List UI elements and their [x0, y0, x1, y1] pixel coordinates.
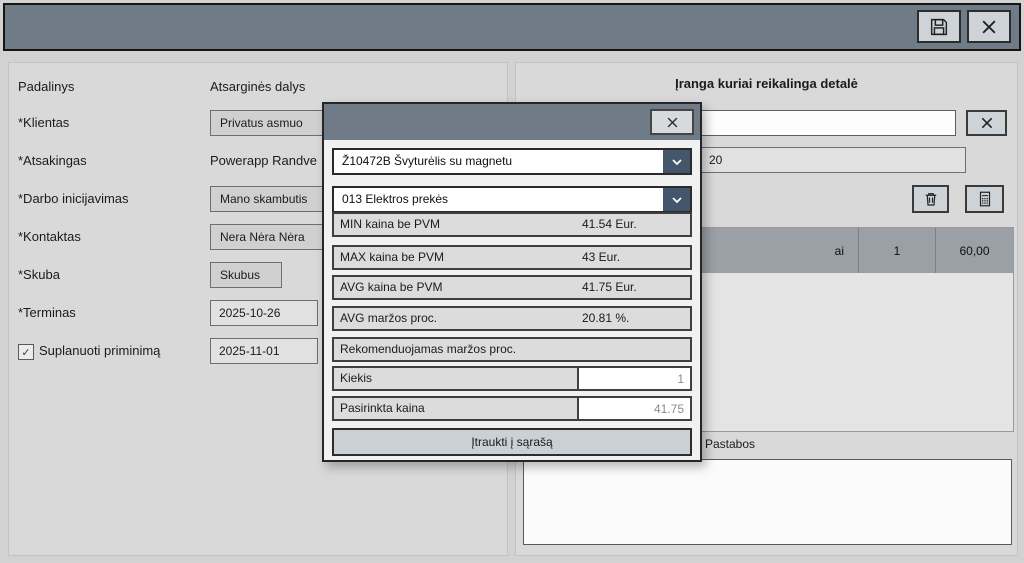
field-label-darbo-inicijavimas: *Darbo inicijavimas	[18, 191, 129, 206]
info-label: MIN kaina be PVM	[340, 217, 441, 231]
top-toolbar	[3, 3, 1021, 51]
info-row-avg-margin: AVG maržos proc. 20.81 %.	[332, 306, 692, 331]
app-window: Padalinys Atsarginės dalys *Klientas Pri…	[0, 0, 1024, 563]
suplanuoti-priminima-checkbox[interactable]: ✓	[18, 344, 34, 360]
info-row-avg-price: AVG kaina be PVM 41.75 Eur.	[332, 275, 692, 300]
product-dropdown[interactable]: Ž10472B Švyturėlis su magnetu	[332, 148, 692, 175]
info-label: AVG kaina be PVM	[340, 280, 443, 294]
quantity-input-row: Kiekis	[332, 366, 692, 391]
quantity-input[interactable]	[579, 368, 690, 389]
chevron-down-icon	[663, 150, 690, 173]
chevron-down-icon	[663, 188, 690, 211]
price-input[interactable]	[579, 398, 690, 419]
clear-x-icon	[979, 115, 995, 131]
calculator-button[interactable]	[965, 185, 1004, 213]
field-label-kontaktas: *Kontaktas	[18, 229, 81, 244]
info-row-max-price: MAX kaina be PVM 43 Eur.	[332, 245, 692, 270]
delete-row-button[interactable]	[912, 185, 949, 213]
clear-search-button[interactable]	[966, 110, 1007, 136]
category-dropdown-value: 013 Elektros prekės	[342, 192, 449, 206]
info-label: Rekomenduojamas maržos proc.	[340, 342, 517, 356]
window-close-button[interactable]	[967, 10, 1011, 43]
notes-textarea[interactable]	[523, 459, 1012, 545]
info-row-recommended-margin: Rekomenduojamas maržos proc.	[332, 337, 692, 362]
save-button[interactable]	[917, 10, 961, 43]
info-value: 43 Eur.	[582, 250, 621, 264]
quantity-label: Kiekis	[334, 368, 579, 389]
calculator-icon	[976, 190, 994, 208]
info-value: 41.75 Eur.	[582, 280, 637, 294]
price-label: Pasirinkta kaina	[334, 398, 579, 419]
close-icon	[979, 17, 999, 37]
category-dropdown[interactable]: 013 Elektros prekės	[332, 186, 692, 213]
field-label-suplanuoti-priminima: Suplanuoti priminimą	[39, 343, 161, 358]
modal-close-button[interactable]	[650, 109, 694, 135]
info-row-min-price: MIN kaina be PVM 41.54 Eur.	[332, 212, 692, 237]
info-label: AVG maržos proc.	[340, 311, 438, 325]
notes-label: Pastabos	[705, 437, 756, 451]
trash-icon	[922, 190, 940, 208]
modal-close-x-icon	[665, 115, 680, 130]
checkbox-check-icon: ✓	[21, 346, 31, 359]
add-to-list-button[interactable]: Įtraukti į sąrašą	[332, 428, 692, 456]
part-qty-cell: 1	[859, 228, 936, 273]
modal-titlebar	[324, 104, 700, 140]
info-value: 41.54 Eur.	[582, 217, 637, 231]
field-label-klientas: *Klientas	[18, 115, 70, 130]
save-icon	[928, 16, 950, 38]
part-select-modal: Ž10472B Švyturėlis su magnetu 013 Elektr…	[322, 102, 702, 462]
priminimas-date-field[interactable]: 2025-11-01	[210, 338, 318, 364]
field-label-terminas: *Terminas	[18, 305, 76, 320]
field-label-atsakingas: *Atsakingas	[18, 153, 87, 168]
terminas-date-field[interactable]: 2025-10-26	[210, 300, 318, 326]
info-label: MAX kaina be PVM	[340, 250, 445, 264]
product-dropdown-value: Ž10472B Švyturėlis su magnetu	[342, 154, 513, 168]
equipment-quantity-field[interactable]: 20	[700, 147, 966, 173]
field-label-skuba: *Skuba	[18, 267, 60, 282]
field-value-padalinys: Atsarginės dalys	[210, 79, 306, 94]
info-value: 20.81 %.	[582, 311, 630, 325]
field-label-padalinys: Padalinys	[18, 79, 75, 94]
part-price-cell: 60,00	[959, 243, 990, 258]
price-input-row: Pasirinkta kaina	[332, 396, 692, 421]
skuba-select-button[interactable]: Skubus	[210, 262, 282, 288]
equipment-panel-title: Įranga kuriai reikalinga detalė	[675, 76, 858, 91]
field-value-atsakingas: Powerapp Randve	[210, 153, 317, 168]
